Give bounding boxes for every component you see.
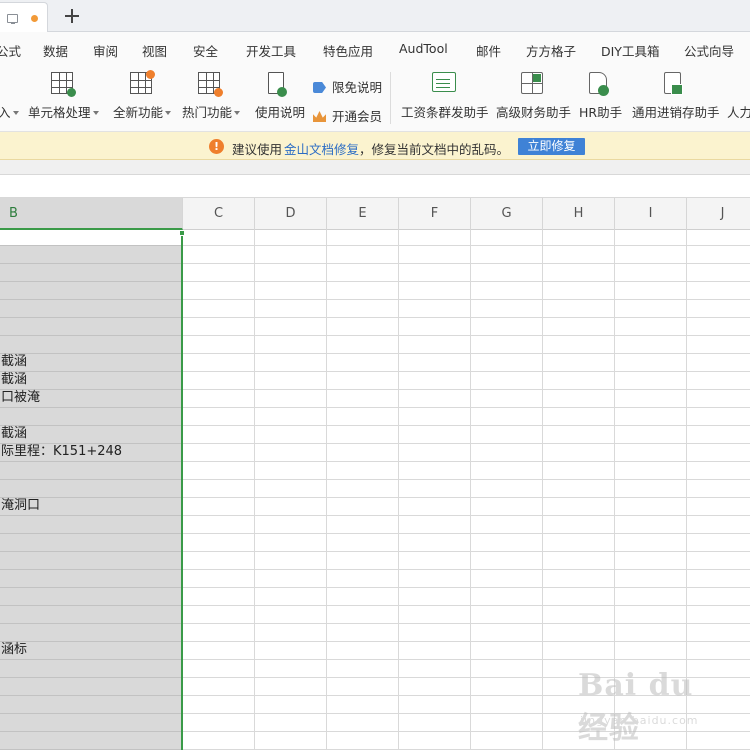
notice-prefix: 建议使用: [232, 142, 283, 157]
hr-person-icon[interactable]: [589, 72, 609, 96]
column-header-b[interactable]: B: [0, 198, 183, 230]
ribbon-usage-guide[interactable]: 使用说明: [255, 102, 305, 121]
watermark-url: jingyan.baidu.com: [580, 714, 699, 727]
column-header-e[interactable]: E: [327, 198, 399, 230]
column-header-h[interactable]: H: [543, 198, 615, 230]
check-badge-icon: [67, 88, 76, 97]
menu-fangfang-gezi[interactable]: 方方格子: [526, 41, 576, 60]
cell-b-row7[interactable]: 截涵: [1, 353, 27, 371]
notice-suffix: ，修复当前文档中的乱码。: [359, 142, 510, 157]
column-header-d[interactable]: D: [255, 198, 327, 230]
formula-bar[interactable]: [0, 174, 750, 198]
cell-b-row11[interactable]: 截涵: [1, 425, 27, 443]
cell-b-row9[interactable]: 口被淹: [1, 389, 40, 407]
dropdown-caret-icon: [92, 111, 99, 115]
new-tab-plus-icon[interactable]: [60, 4, 84, 28]
ribbon-disclaimer-label: 限免说明: [332, 80, 383, 95]
menu-special-apps[interactable]: 特色应用: [323, 41, 373, 60]
menu-data[interactable]: 数据: [43, 41, 68, 60]
column-header-f[interactable]: F: [399, 198, 471, 230]
toolbar-gap: [0, 160, 750, 174]
ribbon: 入 单元格处理 全新功能 热门功能 使用说明 限免说明 开通会员 工资条群发助手…: [0, 64, 750, 132]
column-b-top-cell[interactable]: [0, 230, 183, 245]
finance-calculator-icon[interactable]: [521, 72, 543, 94]
sparkle-badge-icon: [146, 70, 155, 79]
hot-features-grid-icon[interactable]: [198, 72, 223, 97]
unsaved-dot-icon: [31, 15, 38, 22]
warning-exclamation-icon: !: [209, 139, 224, 154]
menu-review[interactable]: 审阅: [93, 41, 118, 60]
title-bar: [0, 0, 750, 32]
ribbon-cell-processing-label: 单元格处理: [28, 105, 91, 120]
selection-fill-handle[interactable]: [179, 230, 185, 236]
ribbon-disclaimer[interactable]: 限免说明: [313, 77, 382, 96]
watermark-main: Bai du 经验: [578, 668, 694, 746]
column-header-c[interactable]: C: [183, 198, 255, 230]
monitor-icon: [7, 14, 18, 24]
dropdown-caret-icon: [234, 111, 241, 115]
inventory-doc-icon[interactable]: [664, 72, 683, 95]
menu-developer[interactable]: 开发工具: [246, 41, 296, 60]
menu-formula-wizard[interactable]: 公式向导: [684, 41, 734, 60]
menu-formulas[interactable]: 公式: [0, 41, 21, 60]
new-features-grid-icon[interactable]: [130, 70, 155, 94]
tag-icon: [313, 82, 326, 93]
cell-b-row12[interactable]: 际里程：K151+248: [1, 443, 122, 461]
column-header-i[interactable]: I: [615, 198, 687, 230]
selection-border: [181, 230, 183, 750]
baidu-jingyan-watermark: Bai du 经验 jingyan.baidu.com: [578, 668, 728, 746]
repair-notice-bar: ! 建议使用 金山文档修复 ，修复当前文档中的乱码。 立即修复: [0, 132, 750, 160]
ribbon-new-features[interactable]: 全新功能: [113, 102, 172, 121]
ribbon-partial-insert-label: 入: [0, 105, 11, 120]
cell-b-row8[interactable]: 截涵: [1, 371, 27, 389]
usage-guide-doc-icon[interactable]: [268, 72, 287, 97]
ribbon-cell-processing[interactable]: 单元格处理: [28, 102, 99, 121]
cell-b-row15[interactable]: 淹洞口: [1, 497, 40, 515]
cell-grid-icon[interactable]: [51, 72, 76, 97]
ribbon-hot-features-label: 热门功能: [182, 105, 233, 120]
payroll-icon[interactable]: [432, 72, 456, 92]
column-header-j[interactable]: J: [687, 198, 750, 230]
column-header-g[interactable]: G: [471, 198, 543, 230]
repair-now-button[interactable]: 立即修复: [518, 138, 585, 155]
ribbon-finance-helper[interactable]: 高级财务助手: [496, 102, 571, 121]
menu-diy-toolbox[interactable]: DIY工具箱: [601, 41, 659, 60]
dropdown-caret-icon: [165, 111, 172, 115]
ribbon-partial-insert[interactable]: 入: [0, 102, 19, 121]
ribbon-inventory-helper[interactable]: 通用进销存助手: [632, 102, 720, 121]
ribbon-partial-hr[interactable]: 人力: [727, 102, 750, 121]
ribbon-open-member-label: 开通会员: [332, 109, 383, 124]
menu-audtool[interactable]: AudTool: [399, 41, 448, 56]
flame-badge-icon: [214, 88, 223, 97]
column-header-row: B C D E F G H I J: [0, 198, 750, 230]
cell-b-row23[interactable]: 涵标: [1, 641, 27, 659]
menu-view[interactable]: 视图: [142, 41, 167, 60]
ribbon-hr-helper[interactable]: HR助手: [579, 102, 622, 121]
menu-bar: 公式 数据 审阅 视图 安全 开发工具 特色应用 AudTool 邮件 方方格子…: [0, 32, 750, 64]
crown-icon: [313, 111, 326, 122]
ribbon-hot-features[interactable]: 热门功能: [182, 102, 241, 121]
ribbon-payroll-helper[interactable]: 工资条群发助手: [401, 102, 489, 121]
selected-column-b[interactable]: 截涵 截涵 口被淹 截涵 际里程：K151+248 淹洞口 涵标: [0, 230, 183, 750]
menu-mail[interactable]: 邮件: [476, 41, 501, 60]
dropdown-caret-icon: [12, 111, 19, 115]
document-tab[interactable]: [0, 2, 48, 32]
kdocs-repair-link[interactable]: 金山文档修复: [284, 139, 359, 158]
ribbon-open-member[interactable]: 开通会员: [313, 106, 382, 125]
menu-security[interactable]: 安全: [193, 41, 218, 60]
ribbon-new-features-label: 全新功能: [113, 105, 164, 120]
ribbon-separator: [390, 72, 391, 124]
